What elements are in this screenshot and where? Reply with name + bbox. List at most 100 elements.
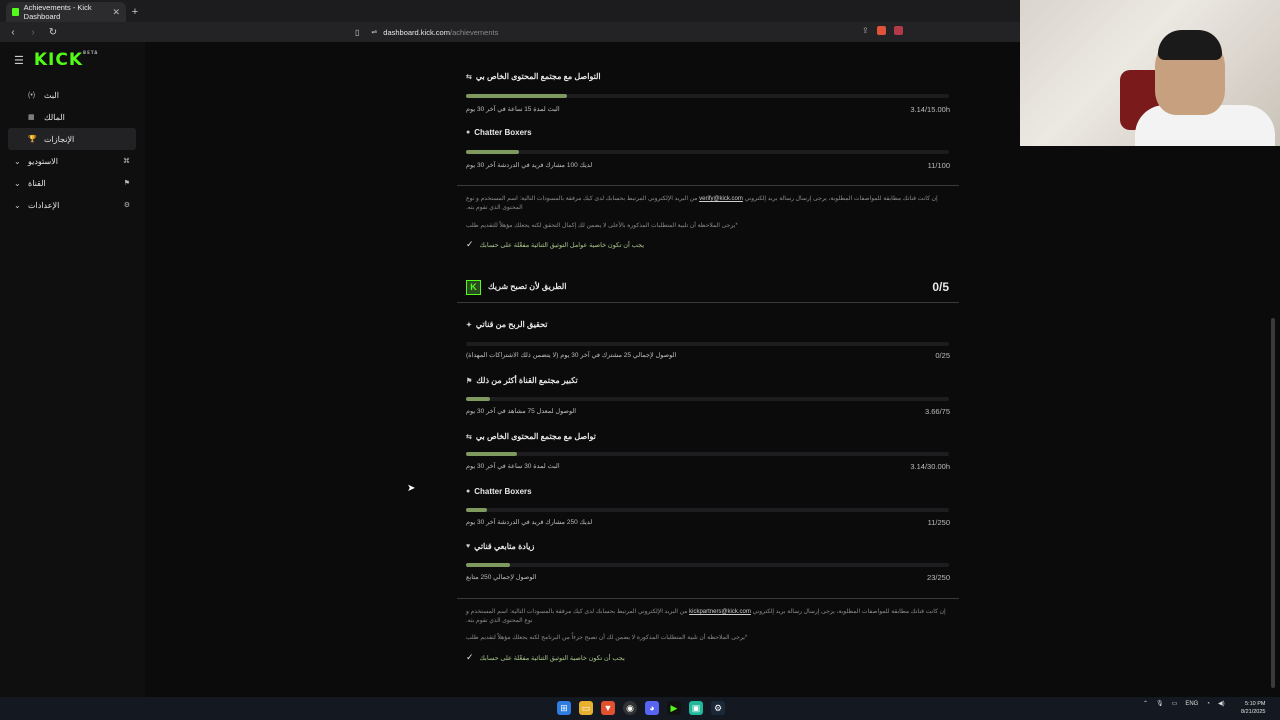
progress-bar <box>466 452 949 456</box>
achievement-requirement: لديك 250 مشارك فريد في الدردشة آخر 30 يو… <box>466 519 593 526</box>
sidebar-item-label: المالك <box>44 112 65 122</box>
share-icon[interactable]: ⇪ <box>862 26 869 35</box>
achievement-requirement: الوصول لمعدل 75 مشاهد في آخر 30 يوم <box>466 408 577 415</box>
back-icon[interactable]: ‹ <box>6 27 20 38</box>
chevron-up-icon[interactable]: ⌃ <box>1143 700 1148 707</box>
progress-bar <box>466 563 949 567</box>
brave-rewards-icon[interactable] <box>893 26 903 35</box>
file-explorer-icon[interactable]: ▭ <box>579 701 593 715</box>
sidebar-item-label: القناة <box>28 178 46 188</box>
volume-icon[interactable]: ◀) <box>1218 700 1225 707</box>
bookmark-icon[interactable]: ▯ <box>355 28 359 37</box>
broadcast-icon: (•) <box>28 91 36 99</box>
sidebar-item-achievements[interactable]: 🏆 الإنجازات <box>8 128 136 150</box>
steam-icon[interactable]: ⚙ <box>711 701 725 715</box>
close-tab-icon[interactable]: ✕ <box>112 7 120 18</box>
sidebar-item-owner[interactable]: ▦ المالك <box>8 106 136 128</box>
achievement-requirement: الوصول لإجمالي 250 متابع <box>466 574 537 581</box>
achievement-value: 0/25 <box>935 351 950 360</box>
checkmark-icon: ✓ <box>466 652 474 662</box>
taskbar: ⊞ ▭ ▼ ◉ ◕ ▶ ▣ ⚙ ⌃ 🎙 ▭ ENG ◔ ◀) 5:10 PM 8… <box>0 697 1280 720</box>
partner-note: إن كانت قناتك مطابقة للمواصفات المطلوبة،… <box>466 609 946 624</box>
chat-bubble-icon: ● <box>466 488 471 495</box>
achievement-value: 11/100 <box>927 161 950 170</box>
display-icon[interactable]: ▭ <box>1172 700 1178 707</box>
progress-bar <box>466 150 949 154</box>
achievement-title: ♥ زيادة متابعي قناتي <box>466 542 535 551</box>
clock-date: 8/21/2025 <box>1241 709 1266 715</box>
obs-icon[interactable]: ◉ <box>623 701 637 715</box>
sidebar-item-label: الإنجازات <box>44 134 75 144</box>
main-content: ⇆ التواصل مع مجتمع المحتوى الخاص بي البث… <box>145 42 1020 697</box>
achievement-value: 3.66/75 <box>924 407 950 416</box>
forward-icon[interactable]: › <box>26 27 40 38</box>
achievements-panel: ⇆ التواصل مع مجتمع المحتوى الخاص بي البث… <box>457 42 959 697</box>
browser-tab[interactable]: Achievements - Kick Dashboard ✕ <box>6 2 126 22</box>
windows-start-icon[interactable]: ⊞ <box>557 701 571 715</box>
achievement-title: ● Chatter Boxers <box>466 487 532 496</box>
language-indicator[interactable]: ENG <box>1185 701 1198 707</box>
sidebar-item-stream[interactable]: (•) البث <box>8 84 136 106</box>
trophy-icon: 🏆 <box>28 136 37 143</box>
url-field[interactable]: ▯ ⇌ dashboard.kick.com /achievements <box>355 25 915 39</box>
divider <box>457 185 959 186</box>
achievement-requirement: البث لمدة 15 ساعة في آخر 30 يوم <box>466 106 560 113</box>
headset-shape <box>1158 30 1222 60</box>
brave-shield-icon[interactable] <box>876 26 886 35</box>
discord-icon[interactable]: ◕ <box>645 701 659 715</box>
partner-section-header: K الطريق لأن تصبح شريك 0/5 <box>466 280 949 298</box>
sidebar-item-label: البث <box>44 90 59 100</box>
sidebar-nav: (•) البث ▦ المالك 🏆 الإنجازات ⌄ الاستودي… <box>8 84 136 216</box>
chevron-down-icon: ⌄ <box>14 200 21 210</box>
heart-icon: ♥ <box>466 543 471 550</box>
mouse-cursor-icon: ➤ <box>407 483 416 494</box>
sparkle-icon: ✦ <box>466 321 472 329</box>
menu-icon[interactable]: ☰ <box>14 54 24 67</box>
sidebar-item-label: الاستوديو <box>28 156 58 166</box>
url-path: /achievements <box>449 27 499 37</box>
studio-icon: ⌘ <box>123 158 130 165</box>
achievement-value: 11/250 <box>927 518 950 527</box>
requirement-check: ✓ يجب أن تكون خاصية عوامل التوثيق الثنائ… <box>466 239 645 249</box>
verify-email-link[interactable]: verify@kick.com <box>699 196 743 202</box>
progress-fill <box>466 397 491 401</box>
requirement-check: ✓ يجب أن تكون خاصية التوثيق الثنائية مفع… <box>466 652 625 662</box>
section-count: 0/5 <box>932 280 949 294</box>
achievement-title: ⇆ تواصل مع مجتمع المحتوى الخاص بي <box>466 432 596 441</box>
kick-logo[interactable]: KICKBETA <box>34 50 98 70</box>
progress-fill <box>466 508 488 512</box>
reload-icon[interactable]: ↻ <box>46 27 60 38</box>
achievement-title: ● Chatter Boxers <box>466 128 532 137</box>
achievement-value: 23/250 <box>927 573 950 582</box>
partner-email-link[interactable]: kickpartners@kick.com <box>689 609 751 615</box>
site-info-icon[interactable]: ⇌ <box>371 28 377 36</box>
channel-icon: ⚑ <box>123 180 130 187</box>
community-icon: ⚑ <box>466 377 473 385</box>
achievement-title: ⇆ التواصل مع مجتمع المحتوى الخاص بي <box>466 72 601 81</box>
progress-fill <box>466 452 517 456</box>
chat-app-icon[interactable]: ▣ <box>689 701 703 715</box>
chat-link-icon: ⇆ <box>466 73 472 81</box>
section-title: الطريق لأن تصبح شريك <box>488 282 567 291</box>
sidebar-item-studio[interactable]: ⌄ الاستوديو ⌘ <box>8 150 136 172</box>
sidebar: ☰ KICKBETA (•) البث ▦ المالك 🏆 الإنجازات… <box>0 42 145 697</box>
divider <box>457 598 959 599</box>
partner-disclaimer: *يرجى الملاحظة أن تلبية المتطلبات المذكو… <box>466 635 748 641</box>
kick-favicon <box>12 8 19 16</box>
achievement-requirement: البث لمدة 30 ساعة في آخر 30 يوم <box>466 463 560 470</box>
microphone-icon[interactable]: 🎙 <box>1156 700 1164 707</box>
new-tab-button[interactable]: + <box>126 2 144 22</box>
verify-disclaimer: *يرجى الملاحظة أن تلبية المتطلبات المذكو… <box>466 223 738 229</box>
progress-fill <box>466 150 520 154</box>
sidebar-item-channel[interactable]: ⌄ القناة ⚑ <box>8 172 136 194</box>
brave-browser-icon[interactable]: ▼ <box>601 701 615 715</box>
clock[interactable]: 5:10 PM 8/21/2025 <box>1241 700 1265 716</box>
progress-fill <box>466 563 511 567</box>
achievement-title: ✦ تحقيق الربح من قناتي <box>466 320 548 329</box>
verify-note: إن كانت قناتك مطابقة للمواصفات المطلوبة،… <box>466 196 938 211</box>
scrollbar[interactable] <box>1271 318 1275 688</box>
sidebar-item-settings[interactable]: ⌄ الإعدادات ⚙ <box>8 194 136 216</box>
wifi-icon[interactable]: ◔ <box>1206 701 1210 707</box>
kick-app-icon[interactable]: ▶ <box>667 701 681 715</box>
divider <box>457 302 959 303</box>
